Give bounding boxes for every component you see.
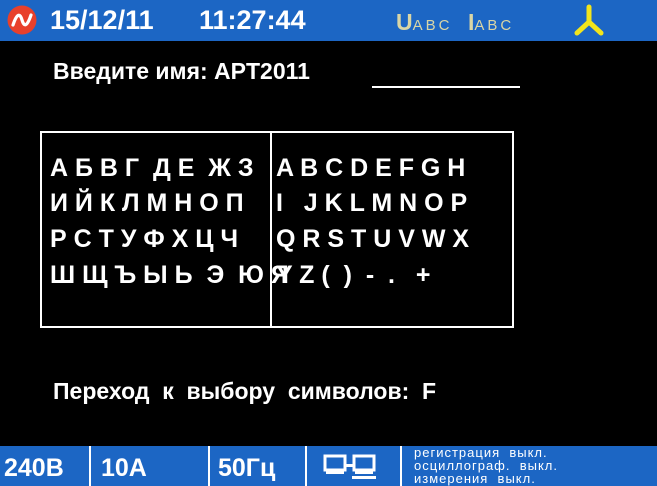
network-connection-icon: [323, 454, 376, 479]
mode-status-lines: регистрация выкл. осциллограф. выкл. измер…: [414, 446, 558, 485]
brand-logo-icon: [7, 5, 37, 35]
latin-row-2[interactable]: I J K L M N O P: [276, 188, 467, 218]
name-prompt: Введите имя:: [53, 58, 215, 84]
name-input-underline: [372, 86, 520, 88]
current-range[interactable]: 10А: [101, 452, 147, 484]
cyrillic-row-4[interactable]: Ш Щ Ъ Ы Ь Э Ю Я: [50, 260, 289, 290]
bottom-status-bar: 240В 10А 50Гц регистрация выкл. осциллогр…: [0, 446, 657, 486]
voltage-abc-indicator: UABC: [396, 8, 452, 40]
cyrillic-row-2[interactable]: И Й К Л М Н О П: [50, 188, 244, 218]
time-display: 11:27:44: [199, 5, 306, 35]
current-abc-indicator: IABC: [468, 8, 514, 40]
current-phases: ABC: [474, 17, 515, 34]
date-display: 15/12/11: [50, 5, 154, 35]
frequency-value[interactable]: 50Гц: [218, 452, 275, 484]
voltage-range[interactable]: 240В: [4, 452, 64, 484]
measurement-status: измерения выкл.: [414, 471, 536, 486]
three-phase-icon: [574, 4, 604, 36]
name-input[interactable]: APT2011: [214, 58, 310, 84]
voltage-label: U: [396, 9, 413, 35]
top-status-bar: 15/12/11 11:27:44 UABC IABC: [0, 0, 657, 41]
voltage-phases: ABC: [412, 17, 453, 34]
latin-row-3[interactable]: Q R S T U V W X: [276, 224, 469, 254]
latin-row-1[interactable]: A B C D E F G H: [276, 153, 465, 183]
symbol-select-hint: Переход к выбору символов: F: [53, 378, 437, 404]
status-separator: [400, 446, 402, 486]
cyrillic-row-1[interactable]: А Б В Г Д Е Ж З: [50, 153, 254, 183]
character-grid-divider: [270, 131, 272, 328]
latin-row-4[interactable]: Y Z ( ) - . +: [276, 260, 430, 290]
name-entry-line: Введите имя: APT2011: [53, 56, 310, 86]
status-separator: [208, 446, 210, 486]
status-separator: [305, 446, 307, 486]
status-separator: [89, 446, 91, 486]
cyrillic-row-3[interactable]: Р С Т У Ф Х Ц Ч: [50, 224, 238, 254]
